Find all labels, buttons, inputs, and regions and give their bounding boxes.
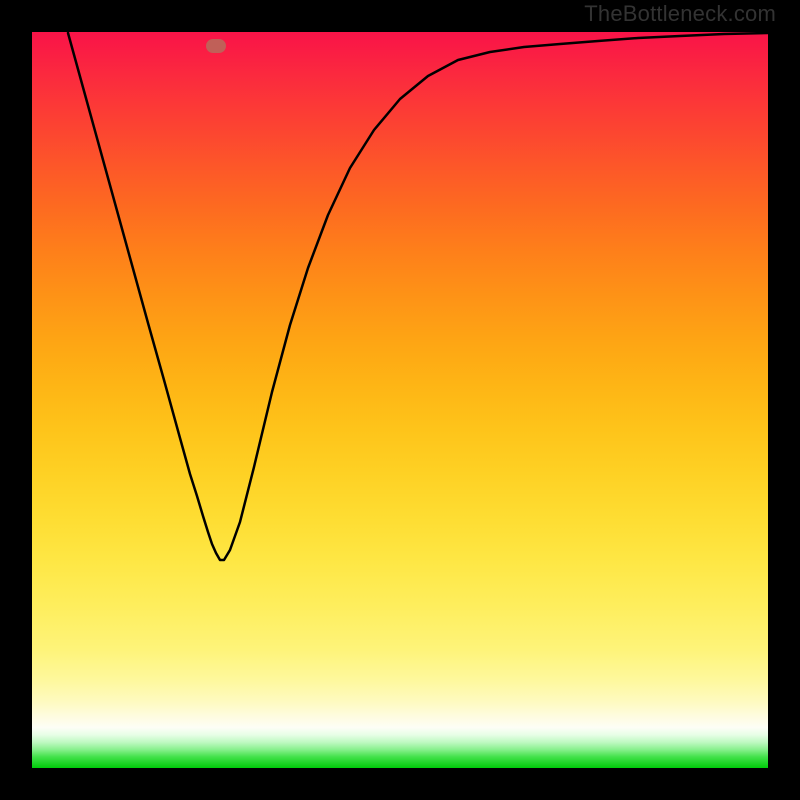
watermark-text: TheBottleneck.com (584, 1, 776, 27)
bottleneck-curve (32, 32, 768, 768)
chart-container: TheBottleneck.com (0, 0, 800, 800)
